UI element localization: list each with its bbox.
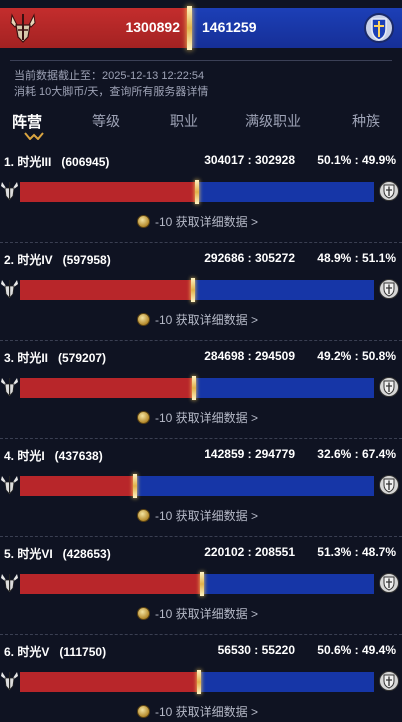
- row-divider: [0, 340, 402, 341]
- get-details-button[interactable]: -10 获取详细数据 >: [137, 408, 258, 426]
- data-timestamp: 当前数据截止至：2025-12-13 12:22:54: [14, 70, 205, 82]
- faction-percent: 50.6% : 49.4%: [317, 643, 396, 657]
- faction-ratio-bar: [20, 180, 374, 204]
- horde-share-fill: [20, 574, 202, 594]
- horde-share-fill: [20, 280, 193, 300]
- horde-crest-icon: [10, 13, 36, 43]
- horde-crest-icon: [1, 574, 18, 593]
- faction-score: 304017 : 302928: [204, 153, 295, 167]
- stats-tabs: 阵营 等级 职业 满级职业 种族: [0, 108, 402, 140]
- faction-score: 292686 : 305272: [204, 251, 295, 265]
- ratio-marker: [200, 572, 204, 596]
- get-details-button[interactable]: -10 获取详细数据 >: [137, 506, 258, 524]
- header-separator: [10, 60, 392, 61]
- alliance-crest-icon: [364, 13, 394, 43]
- horde-crest-icon: [1, 378, 18, 397]
- alliance-crest-icon: [379, 573, 399, 593]
- get-details-button[interactable]: -10 获取详细数据 >: [137, 212, 258, 230]
- tab-faction[interactable]: 阵营: [12, 111, 42, 132]
- ratio-marker: [195, 180, 199, 204]
- faction-ratio-bar: [20, 572, 374, 596]
- faction-percent: 48.9% : 51.1%: [317, 251, 396, 265]
- tab-max-level-class[interactable]: 满级职业: [245, 111, 301, 131]
- faction-score: 56530 : 55220: [217, 643, 295, 657]
- ratio-marker: [197, 670, 201, 694]
- ratio-marker: [191, 278, 195, 302]
- coin-icon: [137, 214, 150, 228]
- horde-crest-icon: [1, 672, 18, 691]
- faction-ratio-bar: [20, 278, 374, 302]
- get-details-label: -10 获取详细数据 >: [155, 606, 259, 621]
- row-divider: [0, 438, 402, 439]
- coin-icon: [137, 312, 150, 326]
- horde-share-fill: [20, 182, 197, 202]
- faction-total-bar: 1300892 1461259: [0, 6, 402, 50]
- ratio-marker: [133, 474, 137, 498]
- get-details-label: -10 获取详细数据 >: [155, 508, 259, 523]
- faction-ratio-bar: [20, 474, 374, 498]
- faction-score: 220102 : 208551: [204, 545, 295, 559]
- get-details-button[interactable]: -10 获取详细数据 >: [137, 702, 258, 720]
- server-row: 4. 时光I (437638) 142859 : 294779 32.6% : …: [0, 447, 402, 545]
- faction-percent: 51.3% : 48.7%: [317, 545, 396, 559]
- server-title: 6. 时光V (111750): [4, 645, 107, 659]
- faction-ratio-bar: [20, 376, 374, 400]
- faction-percent: 50.1% : 49.9%: [317, 153, 396, 167]
- ratio-marker: [192, 376, 196, 400]
- faction-score: 142859 : 294779: [204, 447, 295, 461]
- row-divider: [0, 536, 402, 537]
- row-divider: [0, 634, 402, 635]
- faction-divider: [187, 6, 192, 50]
- faction-ratio-bar: [20, 670, 374, 694]
- horde-share-fill: [20, 476, 135, 496]
- alliance-crest-icon: [379, 377, 399, 397]
- faction-percent: 32.6% : 67.4%: [317, 447, 396, 461]
- coin-icon: [137, 508, 150, 522]
- get-details-button[interactable]: -10 获取详细数据 >: [137, 604, 258, 622]
- coin-icon: [137, 704, 150, 718]
- server-row: 1. 时光III (606945) 304017 : 302928 50.1% …: [0, 153, 402, 251]
- faction-percent: 49.2% : 50.8%: [317, 349, 396, 363]
- get-details-label: -10 获取详细数据 >: [155, 704, 259, 719]
- server-title: 1. 时光III (606945): [4, 155, 110, 169]
- get-details-label: -10 获取详细数据 >: [155, 410, 259, 425]
- horde-share-fill: [20, 378, 194, 398]
- coin-icon: [137, 410, 150, 424]
- server-row: 2. 时光IV (597958) 292686 : 305272 48.9% :…: [0, 251, 402, 349]
- server-row: 5. 时光VI (428653) 220102 : 208551 51.3% :…: [0, 545, 402, 643]
- horde-total-count: 1300892: [125, 19, 180, 35]
- server-title: 4. 时光I (437638): [4, 449, 103, 463]
- tab-level[interactable]: 等级: [92, 111, 120, 131]
- alliance-crest-icon: [379, 475, 399, 495]
- horde-share-fill: [20, 672, 199, 692]
- tab-race[interactable]: 种族: [352, 111, 380, 131]
- alliance-crest-icon: [379, 671, 399, 691]
- get-details-label: -10 获取详细数据 >: [155, 214, 259, 229]
- server-title: 2. 时光IV (597958): [4, 253, 111, 267]
- get-details-button[interactable]: -10 获取详细数据 >: [137, 310, 258, 328]
- alliance-crest-icon: [379, 279, 399, 299]
- server-row: 3. 时光II (579207) 284698 : 294509 49.2% :…: [0, 349, 402, 447]
- active-tab-indicator-icon: [24, 132, 44, 140]
- faction-score: 284698 : 294509: [204, 349, 295, 363]
- alliance-crest-icon: [379, 181, 399, 201]
- horde-crest-icon: [1, 280, 18, 299]
- coin-icon: [137, 606, 150, 620]
- horde-crest-icon: [1, 182, 18, 201]
- row-divider: [0, 242, 402, 243]
- query-all-servers-link[interactable]: 消耗 10大脚币/天，查询所有服务器详情: [14, 83, 208, 99]
- horde-crest-icon: [1, 476, 18, 495]
- server-title: 5. 时光VI (428653): [4, 547, 111, 561]
- server-title: 3. 时光II (579207): [4, 351, 107, 365]
- tab-class[interactable]: 职业: [170, 111, 198, 131]
- alliance-total-count: 1461259: [202, 19, 257, 35]
- get-details-label: -10 获取详细数据 >: [155, 312, 259, 327]
- server-row: 6. 时光V (111750) 56530 : 55220 50.6% : 49…: [0, 643, 402, 722]
